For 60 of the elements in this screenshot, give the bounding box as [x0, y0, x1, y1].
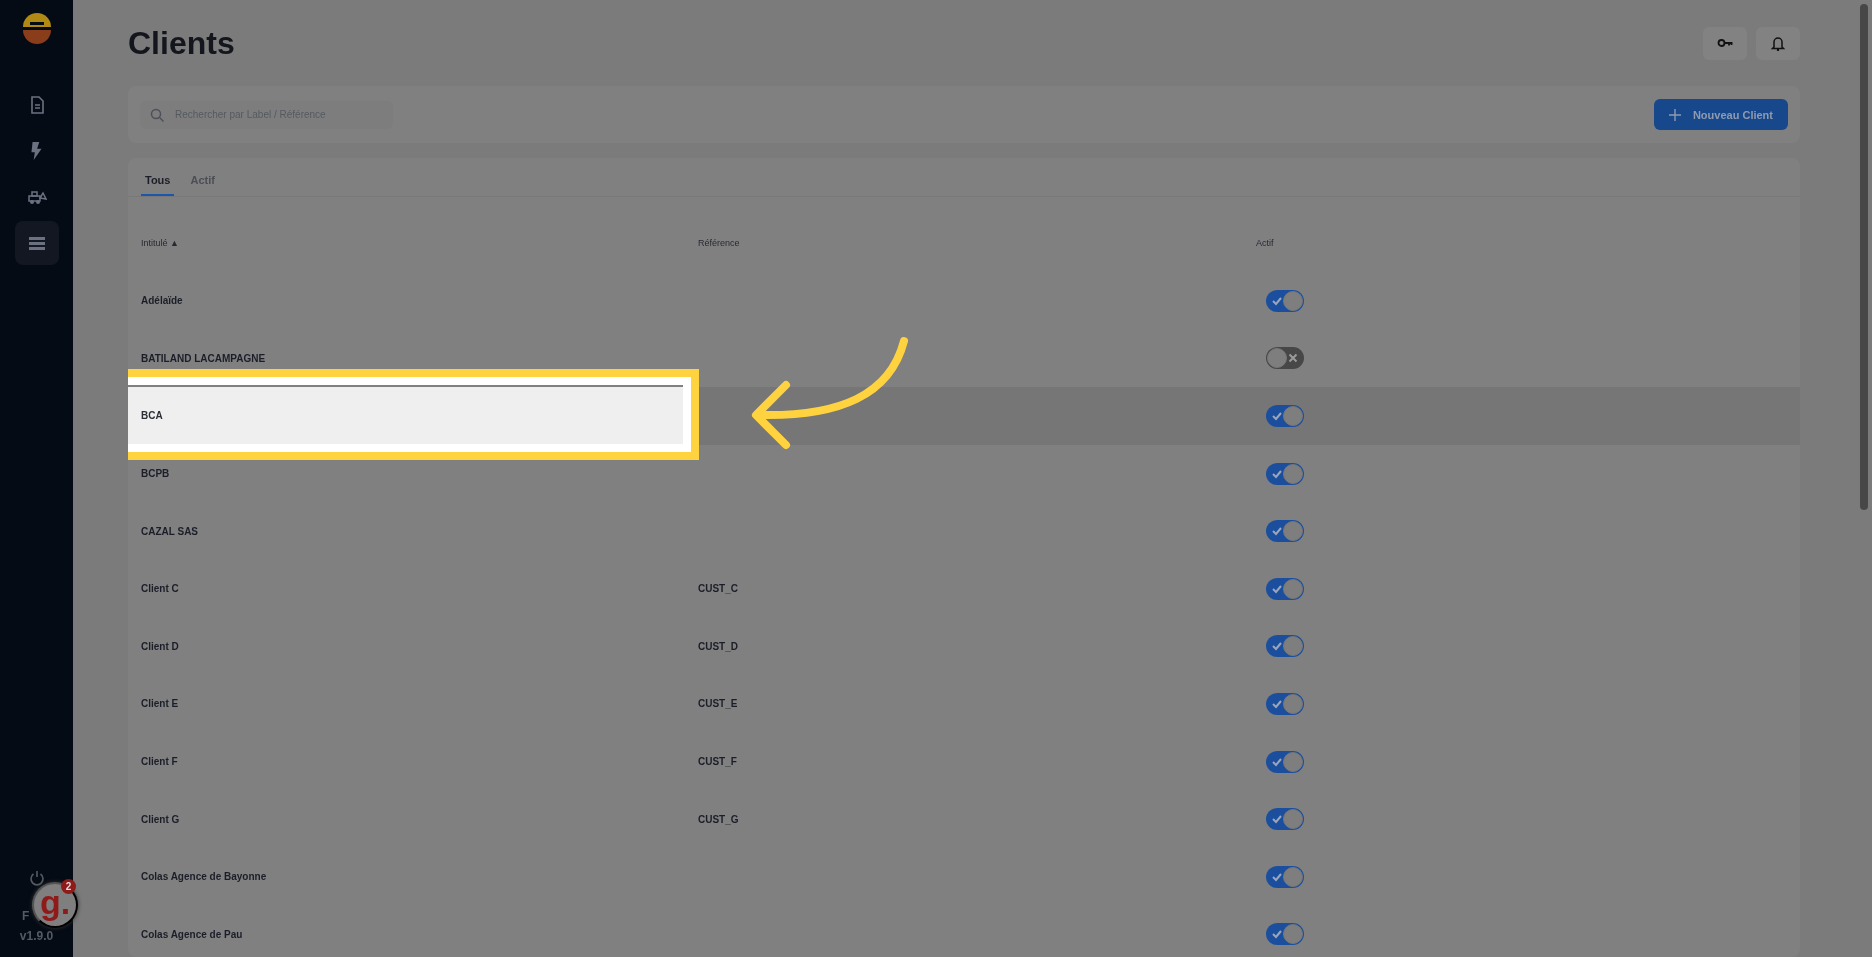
- notification-badge: 2: [61, 879, 76, 894]
- table-cell-text: Adélaïde: [140, 294, 184, 309]
- check-icon: [1272, 468, 1282, 479]
- toggle-switch[interactable]: [1266, 865, 1304, 888]
- toggle-switch[interactable]: [1266, 577, 1304, 600]
- toggle-switch[interactable]: [1266, 692, 1304, 715]
- tab[interactable]: Tous: [141, 174, 175, 196]
- table-cell-text: Client C: [140, 582, 180, 597]
- check-icon: [1272, 871, 1282, 882]
- table-cell-text: CUST_C: [697, 582, 739, 597]
- plus-icon: [1668, 108, 1681, 121]
- table-cell-text: BCPB: [140, 467, 171, 482]
- check-icon: [1272, 583, 1282, 594]
- column-header[interactable]: Référence: [685, 223, 1243, 248]
- table-cell-text: BATILAND LACAMPAGNE: [140, 351, 267, 366]
- check-icon: [1272, 698, 1282, 709]
- toggle-switch[interactable]: [1266, 520, 1304, 543]
- table-cell-text: CUST_D: [697, 639, 739, 654]
- toggle-switch[interactable]: [1266, 289, 1304, 312]
- check-icon: [1272, 929, 1282, 940]
- table-cell-text: Client E: [140, 697, 180, 712]
- table-cell-text: CUST_F: [697, 755, 738, 770]
- power-icon: [27, 869, 46, 887]
- column-header[interactable]: Intitulé ▲: [128, 223, 685, 248]
- check-icon: [1272, 756, 1282, 767]
- language-label: F: [22, 909, 30, 923]
- check-icon: [1272, 295, 1282, 306]
- lightning-icon: [31, 142, 42, 160]
- table-cell-text: Colas Agence de Bayonne: [140, 870, 268, 885]
- table-cell-text: Client G: [140, 812, 181, 827]
- version-label: v1.9.0: [19, 929, 54, 943]
- table-cell-text: Colas Agence de Pau: [140, 927, 244, 942]
- sidebar-item[interactable]: [14, 221, 59, 265]
- check-icon: [1272, 526, 1282, 537]
- table-cell-text: CUST_G: [697, 812, 740, 827]
- table-cell-text: Client D: [140, 639, 180, 654]
- toggle-switch[interactable]: [1266, 750, 1304, 773]
- toggle-switch[interactable]: [1266, 462, 1304, 485]
- table-cell-text: Client F: [140, 755, 179, 770]
- bell-button[interactable]: [1756, 26, 1800, 60]
- check-icon: [1272, 641, 1282, 652]
- cross-icon: [1288, 353, 1298, 364]
- scrollbar[interactable]: [1860, 4, 1868, 510]
- new-client-button[interactable]: Nouveau Client: [1653, 99, 1788, 130]
- table-cell-text: CAZAL SAS: [140, 524, 200, 539]
- logo-icon: [20, 13, 53, 45]
- page-title: Clients: [128, 24, 236, 62]
- toggle-switch[interactable]: [1266, 405, 1304, 427]
- bell-icon: [1770, 35, 1786, 51]
- toggle-switch[interactable]: [1266, 923, 1304, 946]
- toggle-switch[interactable]: [1266, 808, 1304, 831]
- toggle-switch[interactable]: [1266, 347, 1304, 370]
- toggle-switch[interactable]: [1266, 635, 1304, 658]
- table-cell-text: CUST_E: [697, 697, 739, 712]
- key-button[interactable]: [1703, 26, 1747, 60]
- column-header[interactable]: Actif: [1243, 223, 1800, 248]
- search-icon: [150, 107, 165, 123]
- check-icon: [1272, 411, 1282, 421]
- table-cell: BCA: [128, 387, 685, 445]
- check-icon: [1272, 814, 1282, 825]
